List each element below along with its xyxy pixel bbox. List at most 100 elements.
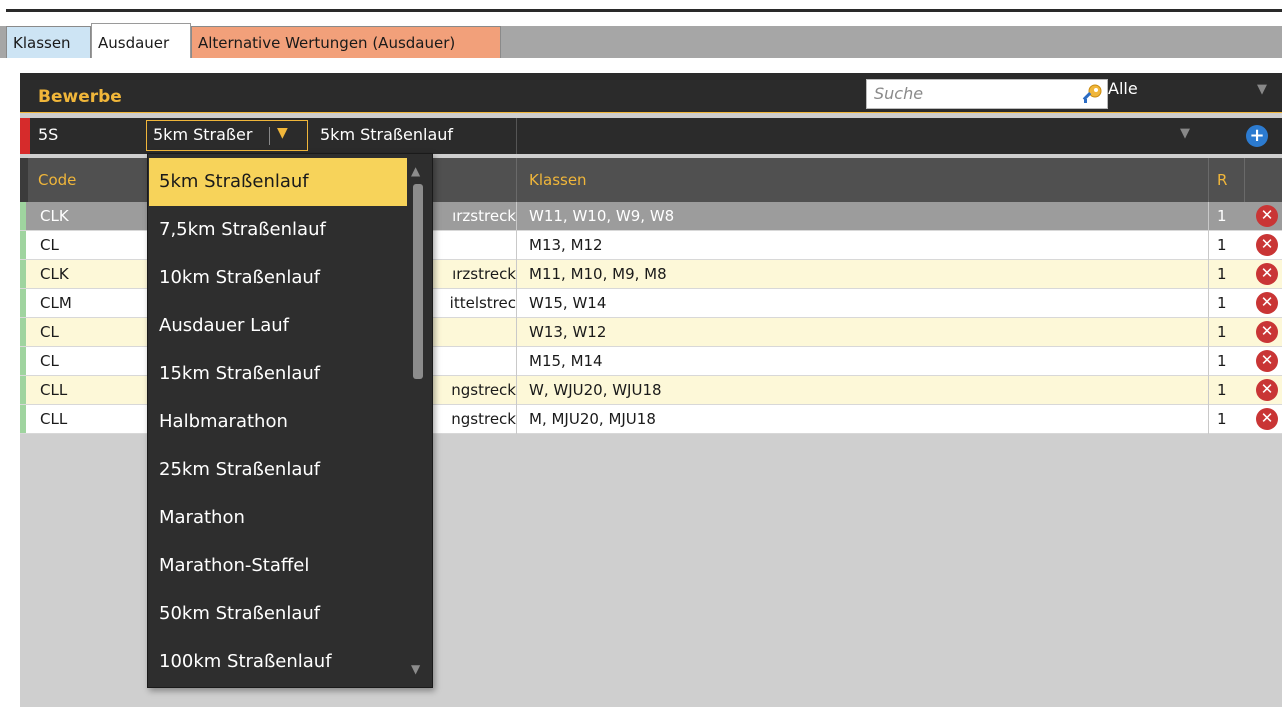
tab-ausdauer[interactable]: Ausdauer bbox=[91, 23, 191, 58]
delete-button[interactable]: ✕ bbox=[1256, 350, 1278, 372]
x-circle-icon: ✕ bbox=[1260, 351, 1274, 369]
cell-code: CLL bbox=[40, 381, 68, 399]
row-flag bbox=[20, 260, 26, 288]
cell-r: 1 bbox=[1217, 410, 1227, 428]
cell-separator bbox=[1208, 347, 1209, 376]
cell-code: CLK bbox=[40, 207, 69, 225]
combobox-value: 5km Straßer bbox=[153, 125, 253, 144]
cell-separator bbox=[516, 347, 517, 376]
cell-separator bbox=[516, 260, 517, 289]
column-separator bbox=[1208, 158, 1209, 202]
title-strip bbox=[0, 0, 1282, 12]
cell-r: 1 bbox=[1217, 294, 1227, 312]
cell-klassen: W13, W12 bbox=[529, 323, 607, 341]
cell-name: ırzstreck bbox=[452, 207, 516, 225]
x-circle-icon: ✕ bbox=[1260, 409, 1274, 427]
dropdown-scrollbar[interactable]: ▲ ▼ bbox=[410, 162, 426, 682]
cell-code: CL bbox=[40, 323, 59, 341]
dropdown-option[interactable]: 25km Straßenlauf bbox=[149, 446, 407, 494]
row-flag bbox=[20, 376, 26, 404]
cell-klassen: M, MJU20, MJU18 bbox=[529, 410, 656, 428]
cell-r: 1 bbox=[1217, 265, 1227, 283]
cell-klassen: M11, M10, M9, M8 bbox=[529, 265, 667, 283]
delete-button[interactable]: ✕ bbox=[1256, 379, 1278, 401]
dropdown-option[interactable]: Marathon bbox=[149, 494, 407, 542]
row-flag bbox=[20, 405, 26, 433]
cell-r: 1 bbox=[1217, 236, 1227, 254]
tab-klassen[interactable]: Klassen bbox=[6, 26, 91, 58]
cell-klassen: M13, M12 bbox=[529, 236, 603, 254]
cell-separator bbox=[1208, 260, 1209, 289]
cell-klassen: W11, W10, W9, W8 bbox=[529, 207, 675, 225]
cell-code: CLM bbox=[40, 294, 72, 312]
x-circle-icon: ✕ bbox=[1260, 206, 1274, 224]
cell-code: CLL bbox=[40, 410, 68, 428]
dropdown-option[interactable]: 7,5km Straßenlauf bbox=[149, 206, 407, 254]
bewerb-type-dropdown-list: 5km Straßenlauf 7,5km Straßenlauf 10km S… bbox=[147, 153, 433, 688]
column-header-klassen[interactable]: Klassen bbox=[529, 171, 587, 189]
column-separator bbox=[1244, 158, 1245, 202]
x-circle-icon: ✕ bbox=[1260, 264, 1274, 282]
dropdown-option[interactable]: Marathon-Staffel bbox=[149, 542, 407, 590]
dropdown-option[interactable]: 100km Straßenlauf bbox=[149, 638, 407, 686]
delete-button[interactable]: ✕ bbox=[1256, 292, 1278, 314]
dropdown-option[interactable]: 50km Straßenlauf bbox=[149, 590, 407, 638]
cell-separator bbox=[1208, 318, 1209, 347]
cell-separator bbox=[1208, 289, 1209, 318]
x-circle-icon: ✕ bbox=[1260, 235, 1274, 253]
search-placeholder: Suche bbox=[874, 84, 924, 103]
scroll-up-icon[interactable]: ▲ bbox=[411, 164, 420, 178]
dropdown-option[interactable]: Halbmarathon bbox=[149, 398, 407, 446]
title-strip-line bbox=[6, 9, 1282, 12]
chevron-down-icon[interactable]: ▼ bbox=[1252, 82, 1272, 102]
scroll-down-icon[interactable]: ▼ bbox=[411, 662, 420, 676]
header-marker bbox=[20, 158, 28, 202]
bewerb-code[interactable]: 5S bbox=[38, 125, 58, 144]
cell-separator bbox=[516, 376, 517, 405]
cell-separator bbox=[1208, 231, 1209, 260]
x-circle-icon: ✕ bbox=[1260, 322, 1274, 340]
dropdown-option[interactable]: 15km Straßenlauf bbox=[149, 350, 407, 398]
cell-separator bbox=[1208, 202, 1209, 231]
dropdown-option[interactable]: Ausdauer Lauf bbox=[149, 302, 407, 350]
cell-separator bbox=[516, 405, 517, 434]
column-separator bbox=[516, 158, 517, 202]
bewerb-type-combobox[interactable]: 5km Straßer ▼ bbox=[146, 120, 308, 151]
delete-button[interactable]: ✕ bbox=[1256, 234, 1278, 256]
x-circle-icon: ✕ bbox=[1260, 380, 1274, 398]
plus-circle-icon: + bbox=[1249, 125, 1265, 146]
cell-r: 1 bbox=[1217, 381, 1227, 399]
dropdown-option[interactable]: 5km Straßenlauf bbox=[149, 158, 407, 206]
scrollbar-thumb[interactable] bbox=[413, 184, 423, 379]
cell-separator bbox=[516, 202, 517, 231]
bewerb-name[interactable]: 5km Straßenlauf bbox=[320, 125, 453, 144]
cell-name: ittelstrec bbox=[449, 294, 516, 312]
chevron-down-icon[interactable]: ▼ bbox=[1180, 126, 1190, 141]
page-title: Bewerbe bbox=[38, 87, 122, 107]
cell-separator bbox=[516, 289, 517, 318]
filter-select[interactable]: Alle ▼ bbox=[1108, 77, 1274, 107]
bewerbe-header: Bewerbe Suche Alle ▼ bbox=[20, 73, 1282, 113]
add-button[interactable]: + bbox=[1246, 125, 1268, 147]
delete-button[interactable]: ✕ bbox=[1256, 408, 1278, 430]
row-flag bbox=[20, 289, 26, 317]
row-flag bbox=[20, 202, 26, 230]
cell-name: ngstreck bbox=[451, 410, 516, 428]
dropdown-option[interactable]: 10km Straßenlauf bbox=[149, 254, 407, 302]
key-search-icon[interactable] bbox=[1081, 83, 1103, 105]
search-input[interactable]: Suche bbox=[866, 79, 1108, 109]
row-flag bbox=[20, 347, 26, 375]
combobox-separator bbox=[269, 127, 270, 145]
cell-name: ırzstreck bbox=[452, 265, 516, 283]
delete-button[interactable]: ✕ bbox=[1256, 263, 1278, 285]
column-header-r[interactable]: R bbox=[1217, 171, 1227, 189]
filter-value: Alle bbox=[1108, 79, 1138, 98]
column-header-code[interactable]: Code bbox=[38, 171, 76, 189]
chevron-down-icon[interactable]: ▼ bbox=[277, 125, 288, 141]
delete-button[interactable]: ✕ bbox=[1256, 321, 1278, 343]
cell-separator bbox=[1208, 376, 1209, 405]
delete-button[interactable]: ✕ bbox=[1256, 205, 1278, 227]
cell-code: CL bbox=[40, 236, 59, 254]
tab-alternative-wertungen[interactable]: Alternative Wertungen (Ausdauer) bbox=[191, 26, 501, 58]
cell-name: ngstreck bbox=[451, 381, 516, 399]
